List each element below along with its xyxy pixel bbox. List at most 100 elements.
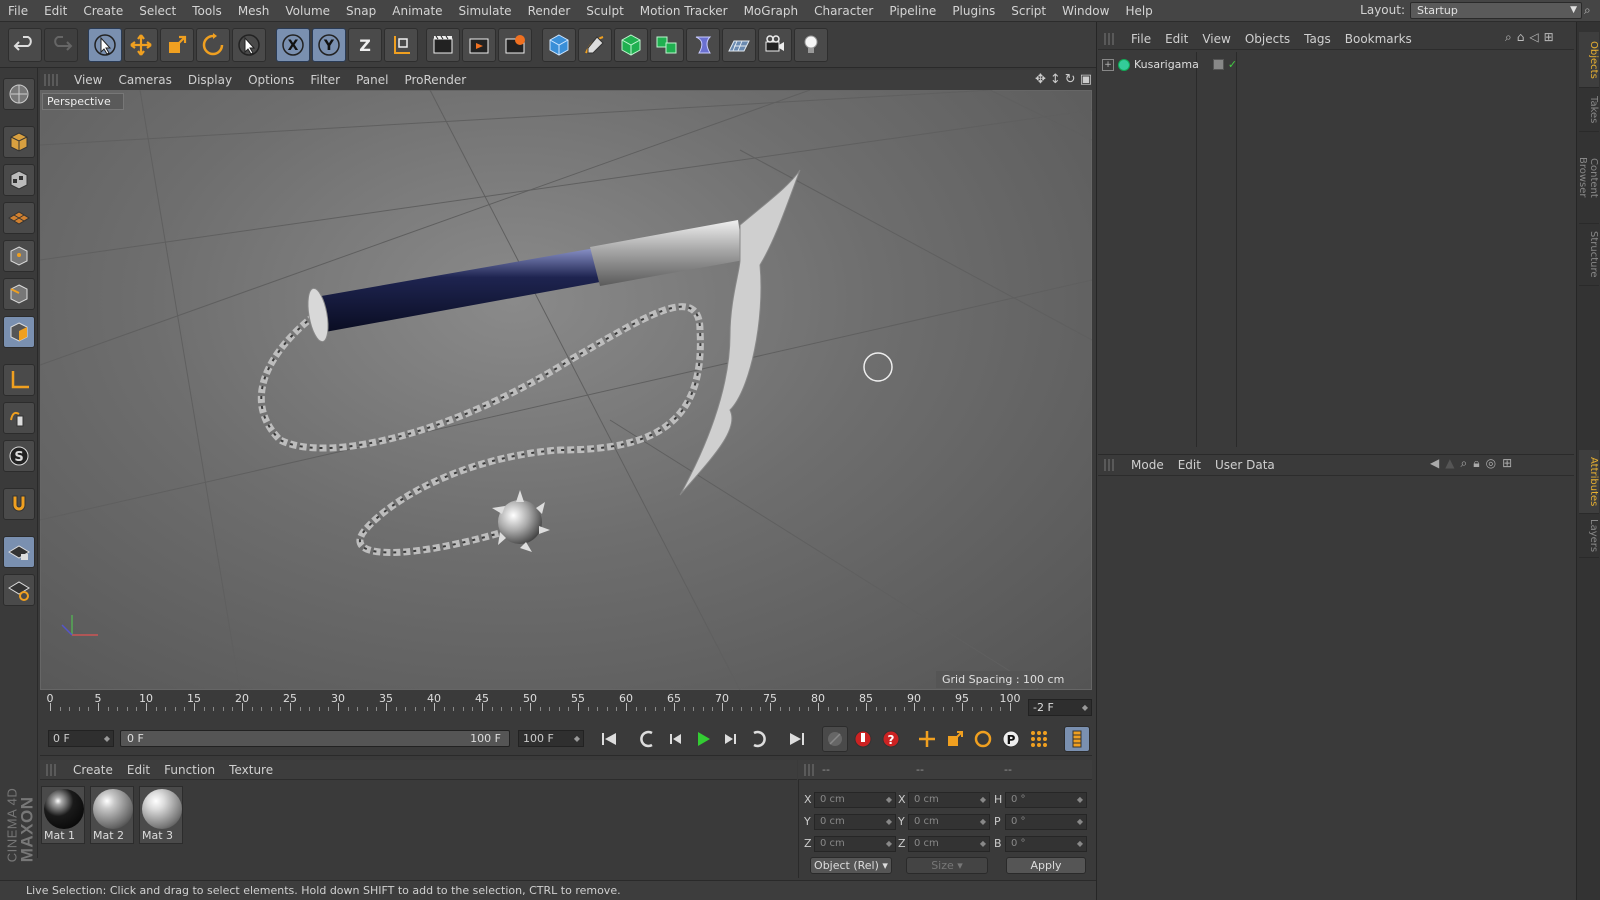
spinner-icon[interactable]: ◆ xyxy=(1077,837,1083,851)
menu-window[interactable]: Window xyxy=(1054,4,1117,18)
cube-icon[interactable] xyxy=(542,28,576,62)
coord-mode-select[interactable]: Object (Rel) ▾ xyxy=(810,857,892,874)
previous-key-icon[interactable] xyxy=(634,726,660,752)
mat-menu-function[interactable]: Function xyxy=(157,763,222,777)
coord-size-x-field[interactable]: 0 cm ◆ xyxy=(908,792,990,808)
scale-icon[interactable] xyxy=(160,28,194,62)
menu-select[interactable]: Select xyxy=(131,4,184,18)
spinner-icon[interactable]: ◆ xyxy=(574,731,580,746)
panel-grip-icon[interactable] xyxy=(44,74,58,86)
light-icon[interactable] xyxy=(794,28,828,62)
orbit-icon[interactable]: ↻ xyxy=(1065,72,1076,87)
visibility-toggle-icon[interactable] xyxy=(1212,59,1224,70)
model-mode-icon[interactable] xyxy=(3,126,35,158)
apply-button[interactable]: Apply xyxy=(1006,857,1086,874)
spinner-icon[interactable]: ◆ xyxy=(886,837,892,851)
search-icon[interactable]: ⌕ xyxy=(1460,456,1467,471)
panel-grip-icon[interactable] xyxy=(46,763,58,776)
recent-tool-icon[interactable] xyxy=(232,28,266,62)
search-icon[interactable]: ⌕ xyxy=(1505,30,1512,45)
mat-menu-edit[interactable]: Edit xyxy=(120,763,157,777)
dolly-icon[interactable]: ↕ xyxy=(1050,72,1061,87)
workplane-icon[interactable] xyxy=(3,202,35,234)
vp-menu-options[interactable]: Options xyxy=(240,73,302,87)
tab-layers[interactable]: Layers xyxy=(1579,514,1599,558)
workplane-rotate-icon[interactable] xyxy=(3,574,35,606)
key-parameter-icon[interactable]: P xyxy=(998,726,1024,752)
spinner-icon[interactable]: ◆ xyxy=(980,815,986,829)
tab-attributes[interactable]: Attributes xyxy=(1579,450,1599,514)
menu-mesh[interactable]: Mesh xyxy=(230,4,278,18)
menu-create[interactable]: Create xyxy=(75,4,131,18)
obj-menu-tags[interactable]: Tags xyxy=(1297,32,1338,46)
obj-menu-file[interactable]: File xyxy=(1124,32,1158,46)
kusarigama-model[interactable] xyxy=(257,169,801,556)
go-to-end-icon[interactable] xyxy=(784,726,810,752)
obj-menu-bookmarks[interactable]: Bookmarks xyxy=(1338,32,1419,46)
vp-menu-prorender[interactable]: ProRender xyxy=(396,73,474,87)
points-mode-icon[interactable] xyxy=(3,240,35,272)
next-frame-icon[interactable] xyxy=(718,726,744,752)
arrow-up-icon[interactable]: ▲ xyxy=(1445,456,1454,471)
autokey-icon[interactable]: ? xyxy=(878,726,904,752)
timeline-ruler[interactable]: 0 5 10 15 20 25 30 35 40 45 50 55 60 65 70 75 80 85 90 95 10… xyxy=(47,692,1022,718)
pan-icon[interactable]: ✥ xyxy=(1035,72,1046,87)
target-icon[interactable]: ◎ xyxy=(1486,456,1496,471)
obj-menu-view[interactable]: View xyxy=(1195,32,1237,46)
menu-plugins[interactable]: Plugins xyxy=(944,4,1003,18)
workplane-lock-icon[interactable] xyxy=(3,536,35,568)
make-editable-icon[interactable] xyxy=(3,78,35,110)
material-swatch[interactable]: Mat 1 xyxy=(41,786,85,844)
coord-pos-x-field[interactable]: 0 cm ◆ xyxy=(814,792,896,808)
tab-content-browser[interactable]: Content Browser xyxy=(1577,132,1599,224)
vp-menu-display[interactable]: Display xyxy=(180,73,240,87)
spinner-icon[interactable]: ◆ xyxy=(1082,700,1088,715)
timeline-icon[interactable] xyxy=(1064,726,1090,752)
tab-objects[interactable]: Objects xyxy=(1579,32,1599,88)
spinner-icon[interactable]: ◆ xyxy=(886,815,892,829)
tab-takes[interactable]: Takes xyxy=(1579,88,1599,132)
coord-rot-b-field[interactable]: 0 ° ◆ xyxy=(1005,836,1087,852)
previous-frame-icon[interactable] xyxy=(662,726,688,752)
menu-character[interactable]: Character xyxy=(806,4,881,18)
maximize-view-icon[interactable]: ▣ xyxy=(1080,72,1092,87)
search-icon[interactable]: ⌕ xyxy=(1584,3,1598,17)
viewport-camera-label[interactable]: Perspective xyxy=(42,93,124,110)
mat-menu-texture[interactable]: Texture xyxy=(222,763,280,777)
attr-menu-edit[interactable]: Edit xyxy=(1171,458,1208,472)
menu-snap[interactable]: Snap xyxy=(338,4,384,18)
coord-pos-z-field[interactable]: 0 cm ◆ xyxy=(814,836,896,852)
object-name[interactable]: Kusarigama xyxy=(1134,58,1199,71)
spinner-icon[interactable]: ◆ xyxy=(980,793,986,807)
menu-simulate[interactable]: Simulate xyxy=(451,4,520,18)
floor-icon[interactable] xyxy=(722,28,756,62)
array-icon[interactable] xyxy=(650,28,684,62)
current-frame-field[interactable]: -2 F ◆ xyxy=(1028,699,1092,716)
spinner-icon[interactable]: ◆ xyxy=(104,731,110,746)
subdivision-icon[interactable] xyxy=(614,28,648,62)
coord-size-select[interactable]: Size ▾ xyxy=(906,857,988,874)
spinner-icon[interactable]: ◆ xyxy=(980,837,986,851)
expand-icon[interactable]: + xyxy=(1102,58,1114,71)
key-pla-icon[interactable] xyxy=(1026,726,1052,752)
undo-icon[interactable] xyxy=(8,28,42,62)
edges-mode-icon[interactable] xyxy=(3,278,35,310)
render-settings-icon[interactable] xyxy=(498,28,532,62)
preview-range-slider[interactable]: 0 F 100 F xyxy=(120,730,510,747)
menu-mograph[interactable]: MoGraph xyxy=(736,4,807,18)
z-axis-icon[interactable]: Z xyxy=(348,28,382,62)
home-icon[interactable]: ⌂ xyxy=(1517,30,1525,45)
record-disabled-icon[interactable] xyxy=(822,726,848,752)
tab-structure[interactable]: Structure xyxy=(1579,224,1599,286)
key-scale-icon[interactable] xyxy=(942,726,968,752)
coord-size-z-field[interactable]: 0 cm ◆ xyxy=(908,836,990,852)
tweak-mode-icon[interactable] xyxy=(3,402,35,434)
material-swatch[interactable]: Mat 3 xyxy=(139,786,183,844)
start-frame-field[interactable]: 0 F ◆ xyxy=(48,730,114,747)
play-icon[interactable] xyxy=(690,726,716,752)
coord-pos-y-field[interactable]: 0 cm ◆ xyxy=(814,814,896,830)
record-active-icon[interactable] xyxy=(850,726,876,752)
y-axis-icon[interactable]: Y xyxy=(312,28,346,62)
obj-menu-edit[interactable]: Edit xyxy=(1158,32,1195,46)
vp-menu-filter[interactable]: Filter xyxy=(302,73,348,87)
